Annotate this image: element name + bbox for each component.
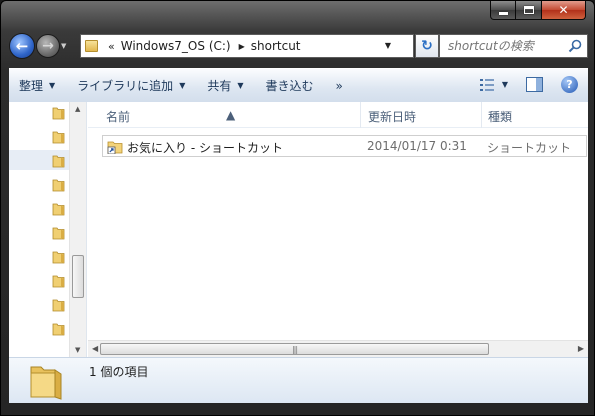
folder-icon [85, 40, 98, 52]
nav-folder-icon[interactable] [52, 322, 65, 336]
more-commands-button[interactable]: » [336, 79, 343, 93]
nav-scroll-thumb[interactable] [72, 255, 84, 298]
share-label: 共有 [207, 79, 232, 93]
close-icon: ✕ [558, 3, 569, 17]
minimize-icon [498, 11, 508, 15]
breadcrumb-arrow-icon[interactable]: ▶ [239, 42, 245, 51]
breadcrumb-shortcut[interactable]: shortcut [251, 39, 301, 53]
nav-folder-icon[interactable] [52, 106, 65, 120]
nav-folder-icon[interactable] [52, 250, 65, 264]
burn-label: 書き込む [265, 79, 314, 93]
address-dropdown-icon[interactable]: ▼ [385, 41, 391, 50]
breadcrumb-drive[interactable]: Windows7_OS (C:) [121, 39, 231, 53]
chevron-down-icon: ▼ [237, 81, 244, 90]
navigation-bar: ← → ▼ « Windows7_OS (C:) ▶ shortcut ▼ ↻ [9, 29, 588, 63]
nav-folder-icon[interactable] [52, 154, 65, 168]
caption-buttons: ✕ [490, 1, 586, 21]
scroll-up-icon[interactable]: ▲ [75, 105, 80, 113]
nav-vertical-scrollbar[interactable]: ▲ ▼ [69, 102, 86, 357]
nav-folder-icon[interactable] [52, 130, 65, 144]
file-list: ▲ 名前 更新日時 種類 お気に入り - ショートカット 2014/01/17 … [88, 102, 588, 357]
search-icon[interactable] [568, 39, 582, 53]
column-header-name[interactable]: 名前 [106, 108, 130, 125]
maximize-icon [523, 6, 534, 14]
file-type: ショートカット [487, 141, 572, 155]
nav-folder-icon[interactable] [52, 202, 65, 216]
address-bar[interactable]: « Windows7_OS (C:) ▶ shortcut ▼ [80, 34, 414, 58]
search-input[interactable] [448, 39, 563, 53]
column-header-date[interactable]: 更新日時 [368, 108, 416, 125]
horizontal-scroll-thumb[interactable]: ||| [100, 343, 489, 355]
chevron-down-icon: ▼ [179, 81, 186, 90]
scroll-right-icon[interactable]: ▶ [578, 344, 584, 353]
nav-folder-icon[interactable] [52, 298, 65, 312]
command-bar: 整理 ▼ ライブラリに追加 ▼ 共有 ▼ 書き込む » ▼ ? [9, 68, 588, 102]
chevron-down-icon: ▼ [49, 81, 56, 90]
nav-folder-icon[interactable] [52, 178, 65, 192]
close-button[interactable]: ✕ [542, 1, 586, 20]
folder-icon [30, 366, 62, 400]
refresh-button[interactable]: ↻ [415, 34, 439, 58]
include-in-library-menu[interactable]: ライブラリに追加 ▼ [77, 77, 185, 94]
column-divider[interactable] [360, 102, 361, 128]
back-arrow-icon: ← [15, 37, 29, 55]
file-name: お気に入り - ショートカット [127, 141, 283, 155]
details-pane: 1 個の項目 [9, 357, 588, 403]
nav-folder-icon[interactable] [52, 274, 65, 288]
forward-button[interactable]: → [36, 34, 60, 58]
shortcut-folder-icon [107, 141, 123, 154]
include-in-library-label: ライブラリに追加 [77, 79, 174, 93]
scroll-down-icon[interactable]: ▼ [75, 346, 80, 354]
burn-button[interactable]: 書き込む [266, 77, 314, 94]
toolbar-right-group: ▼ ? [479, 76, 578, 93]
overflow-chevron[interactable]: « [108, 40, 115, 53]
navigation-pane: ▲ ▼ [9, 102, 87, 357]
preview-pane-icon[interactable] [526, 77, 543, 92]
item-count: 1 個の項目 [89, 365, 149, 379]
search-box[interactable] [439, 34, 588, 58]
explorer-window: ✕ ← → ▼ « Windows7_OS (C:) ▶ shortcut ▼ … [0, 0, 595, 416]
sort-ascending-icon: ▲ [226, 108, 236, 122]
help-icon[interactable]: ? [561, 76, 578, 93]
scroll-left-icon[interactable]: ◀ [92, 344, 98, 353]
refresh-icon: ↻ [421, 38, 433, 54]
forward-arrow-icon: → [42, 38, 54, 54]
file-row[interactable]: お気に入り - ショートカット 2014/01/17 0:31 ショートカット [102, 135, 587, 157]
column-divider[interactable] [481, 102, 482, 128]
back-button[interactable]: ← [9, 33, 35, 59]
more-chevron-icon: » [335, 78, 343, 93]
horizontal-scrollbar[interactable]: ◀ ||| ▶ [88, 340, 588, 357]
minimize-button[interactable] [490, 1, 516, 20]
column-header-type[interactable]: 種類 [488, 108, 512, 125]
file-date: 2014/01/17 0:31 [367, 139, 467, 153]
change-view-icon[interactable] [479, 78, 496, 92]
organize-label: 整理 [19, 79, 44, 93]
recent-pages-dropdown[interactable]: ▼ [61, 42, 71, 50]
organize-menu[interactable]: 整理 ▼ [19, 77, 55, 94]
content-area: ▲ ▼ ▲ 名前 更新日時 種類 お気に入り - ショートカット 2014/01… [9, 102, 588, 357]
share-menu[interactable]: 共有 ▼ [207, 77, 243, 94]
column-header-row: ▲ 名前 更新日時 種類 [88, 102, 588, 128]
nav-folder-icon[interactable] [52, 226, 65, 240]
maximize-button[interactable] [516, 1, 542, 20]
view-options-dropdown[interactable]: ▼ [502, 80, 508, 89]
